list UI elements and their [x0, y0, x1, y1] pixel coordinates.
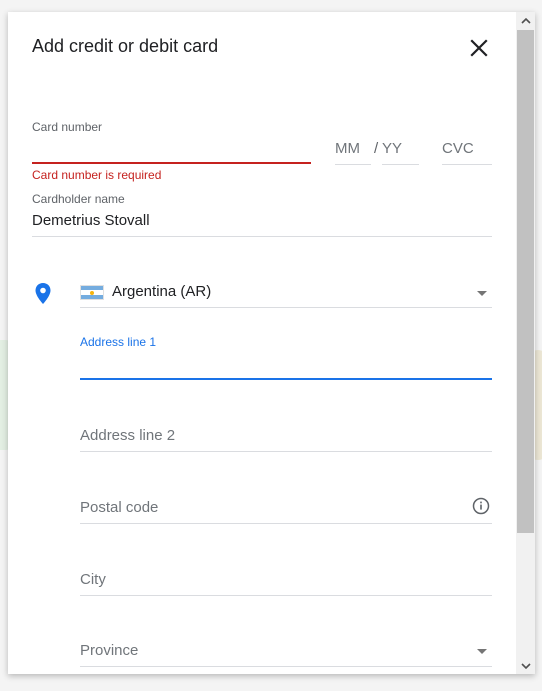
address-line2-underline: [80, 451, 492, 452]
expiry-year-underline: [382, 164, 419, 165]
address-line2-input[interactable]: Address line 2: [80, 427, 175, 444]
chevron-down-icon[interactable]: [477, 649, 487, 654]
dialog-title: Add credit or debit card: [32, 36, 219, 56]
country-underline: [80, 307, 492, 308]
scrollbar-thumb[interactable]: [517, 30, 534, 533]
province-underline: [80, 666, 492, 667]
cvc-underline: [442, 164, 492, 165]
card-number-input[interactable]: [32, 162, 311, 164]
cardholder-label: Cardholder name: [32, 192, 125, 206]
province-select[interactable]: Province: [80, 642, 138, 659]
card-number-error: Card number is required: [32, 168, 162, 182]
argentina-flag-icon: [80, 285, 104, 300]
city-input[interactable]: City: [80, 571, 106, 588]
cardholder-input[interactable]: Demetrius Stovall: [32, 212, 150, 229]
postal-code-input[interactable]: Postal code: [80, 499, 158, 516]
expiry-year-input[interactable]: YY: [382, 140, 402, 157]
scroll-up-icon[interactable]: [516, 12, 535, 29]
address-line1-label: Address line 1: [80, 335, 157, 349]
country-select[interactable]: Argentina (AR): [112, 283, 211, 300]
city-underline: [80, 595, 492, 596]
postal-code-underline: [80, 523, 492, 524]
chevron-down-icon[interactable]: [477, 291, 487, 296]
info-icon[interactable]: [472, 497, 490, 515]
address-line1-input[interactable]: [80, 378, 492, 380]
card-number-label: Card number: [32, 120, 103, 134]
location-pin-icon: [34, 282, 52, 306]
cvc-input[interactable]: CVC: [442, 140, 474, 157]
cardholder-underline: [32, 236, 492, 237]
scroll-down-icon[interactable]: [516, 657, 535, 674]
close-icon[interactable]: [467, 36, 491, 60]
expiry-separator: /: [374, 140, 379, 157]
expiry-month-underline: [335, 164, 371, 165]
scrollbar[interactable]: [516, 12, 535, 674]
expiry-month-input[interactable]: MM: [335, 140, 360, 157]
add-card-dialog: Add credit or debit card Card number Car…: [8, 12, 535, 674]
